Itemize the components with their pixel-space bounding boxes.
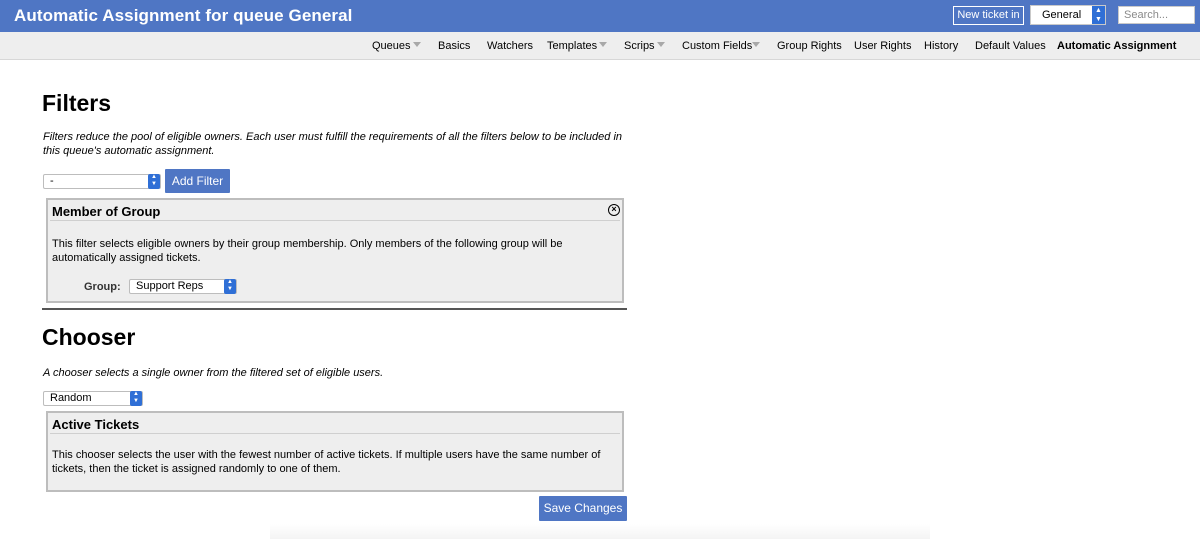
nav-item-automatic-assignment[interactable]: Automatic Assignment xyxy=(1057,40,1176,52)
group-select-value: Support Reps xyxy=(136,280,204,292)
panel-title: Member of Group xyxy=(52,204,161,219)
search-input[interactable] xyxy=(1118,6,1195,24)
group-select[interactable]: Support Reps ▲ ▼ xyxy=(129,279,237,294)
chevron-down-icon[interactable] xyxy=(413,42,421,47)
active-tickets-panel: Active Tickets This chooser selects the … xyxy=(46,411,624,492)
queue-select-value: General xyxy=(1042,9,1082,21)
close-icon[interactable]: × xyxy=(608,204,620,216)
save-changes-button[interactable]: Save Changes xyxy=(539,496,627,521)
nav-item-group-rights[interactable]: Group Rights xyxy=(777,40,842,52)
filters-heading: Filters xyxy=(42,90,112,116)
new-ticket-button[interactable]: New ticket in xyxy=(953,6,1024,25)
chevron-down-icon[interactable] xyxy=(752,42,760,47)
nav-item-scrips[interactable]: Scrips xyxy=(624,40,655,52)
nav-item-queues[interactable]: Queues xyxy=(372,40,411,52)
panel-title: Active Tickets xyxy=(52,417,140,432)
panel-divider xyxy=(50,433,620,434)
nav-item-user-rights[interactable]: User Rights xyxy=(854,40,911,52)
admin-nav: Queues Basics Watchers Templates Scrips … xyxy=(0,32,1200,60)
nav-item-watchers[interactable]: Watchers xyxy=(487,40,533,52)
nav-item-history[interactable]: History xyxy=(924,40,958,52)
filter-type-select[interactable]: - ▲ ▼ xyxy=(43,174,161,189)
filters-description: Filters reduce the pool of eligible owne… xyxy=(43,131,623,157)
chevron-updown-icon: ▲ ▼ xyxy=(148,174,160,189)
top-header: Automatic Assignment for queue General N… xyxy=(0,0,1200,32)
chevron-down-icon[interactable] xyxy=(657,42,665,47)
chevron-updown-icon: ▲ ▼ xyxy=(224,279,236,294)
nav-item-custom-fields[interactable]: Custom Fields xyxy=(682,40,752,52)
chevron-down-icon[interactable] xyxy=(599,42,607,47)
chevron-updown-icon: ▲ ▼ xyxy=(1092,6,1105,24)
member-of-group-panel: Member of Group × This filter selects el… xyxy=(46,198,624,303)
filter-type-select-value: - xyxy=(50,175,54,187)
queue-select[interactable]: General ▲ ▼ xyxy=(1030,5,1106,25)
chooser-heading: Chooser xyxy=(42,324,136,350)
nav-item-templates[interactable]: Templates xyxy=(547,40,597,52)
nav-item-default-values[interactable]: Default Values xyxy=(975,40,1046,52)
add-filter-button[interactable]: Add Filter xyxy=(165,169,230,193)
panel-divider xyxy=(50,220,620,221)
group-label: Group: xyxy=(84,281,121,293)
panel-description: This filter selects eligible owners by t… xyxy=(52,238,563,264)
chooser-select-value: Random xyxy=(50,392,92,404)
chooser-select[interactable]: Random ▲ ▼ xyxy=(43,391,143,406)
footer-shadow xyxy=(270,524,930,539)
panel-description: This chooser selects the user with the f… xyxy=(52,449,601,475)
page-title: Automatic Assignment for queue General xyxy=(14,6,353,25)
nav-item-basics[interactable]: Basics xyxy=(438,40,470,52)
chevron-updown-icon: ▲ ▼ xyxy=(130,391,142,406)
chooser-description: A chooser selects a single owner from th… xyxy=(43,367,384,379)
section-divider xyxy=(42,308,627,310)
